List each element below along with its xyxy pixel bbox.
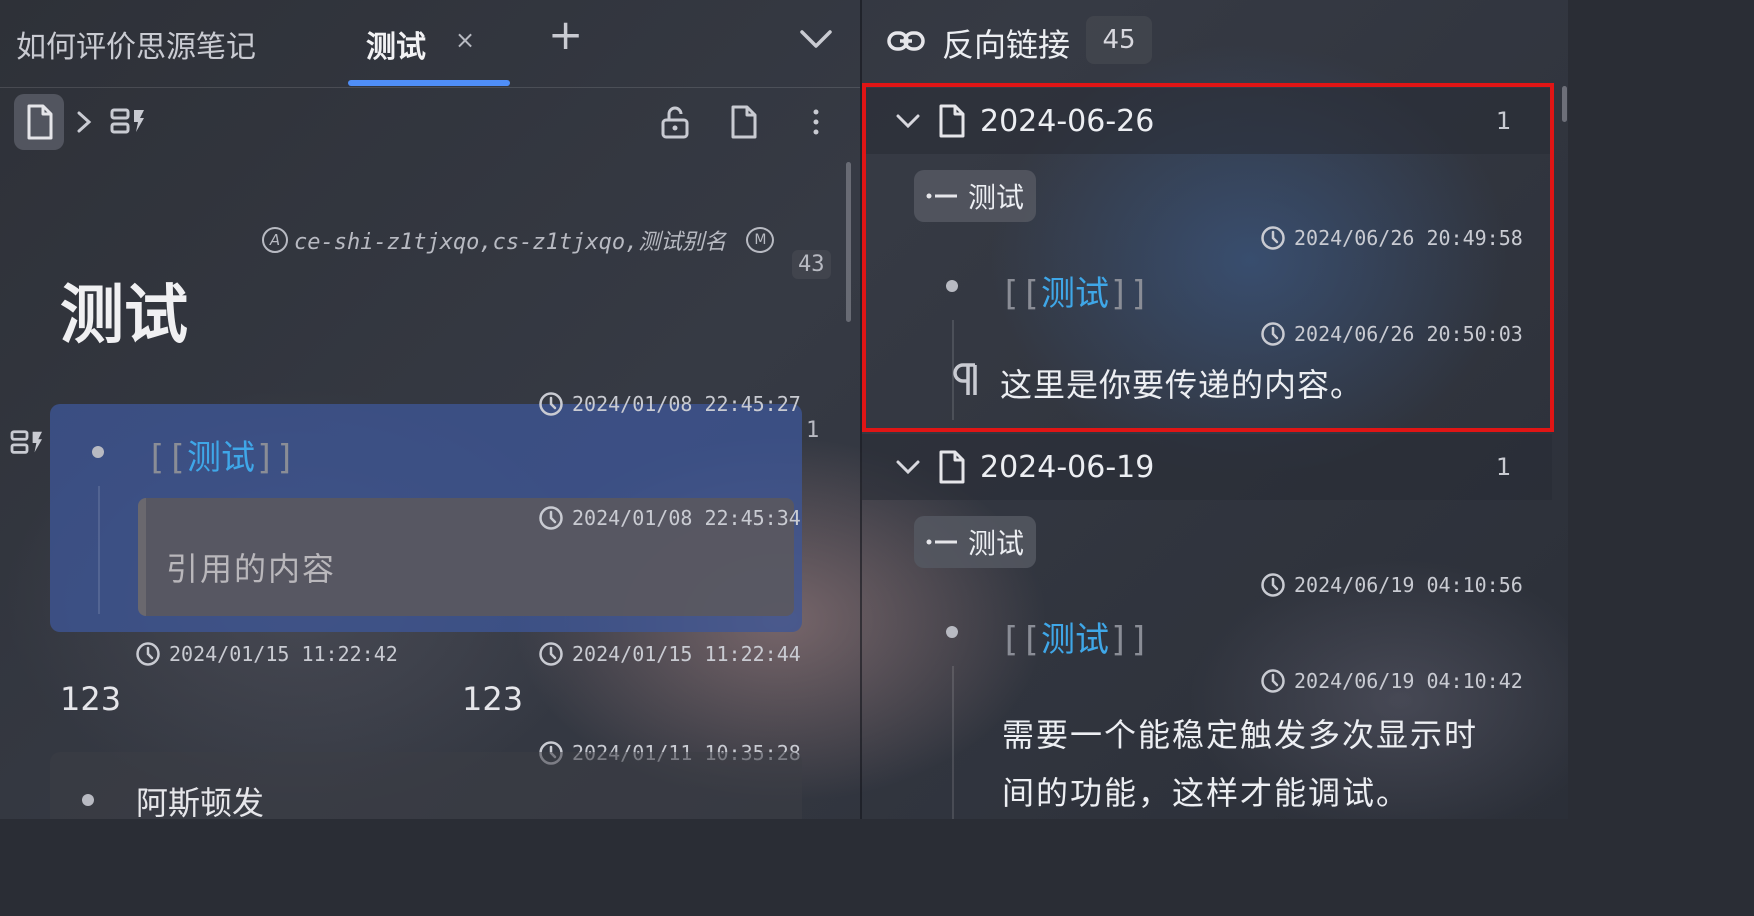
ref-count-badge[interactable]: 43 <box>792 250 831 279</box>
breadcrumb-chevron-icon <box>74 108 94 136</box>
block-gutter-icon[interactable] <box>10 428 44 458</box>
alias-badge[interactable]: A <box>262 227 288 253</box>
backlink-breadcrumb[interactable]: 测试 <box>914 516 1037 568</box>
backlinks-title: 反向链接 <box>942 26 1071 64</box>
link-icon <box>886 24 926 58</box>
ref-link[interactable]: 测试 <box>187 438 255 478</box>
collapse-chevron-icon[interactable] <box>894 457 922 477</box>
highlight-annotation-frame <box>862 83 1554 432</box>
backlinks-count: 45 <box>1086 16 1152 64</box>
list-bullet[interactable] <box>92 446 104 458</box>
tab-active-title[interactable]: 测试 <box>366 22 426 66</box>
backlinks-scrollbar[interactable] <box>1562 86 1567 122</box>
editor-scrollbar[interactable] <box>846 162 851 322</box>
block-type-icon[interactable] <box>110 106 146 138</box>
block-timestamp: 2024/01/08 22:45:27 <box>538 391 801 417</box>
clock-icon <box>1261 573 1285 597</box>
column-b-text[interactable]: 123 <box>462 680 523 718</box>
clock-icon <box>539 642 563 666</box>
clock-icon <box>539 506 563 530</box>
more-vertical-icon[interactable] <box>808 106 824 138</box>
quote-timestamp: 2024/01/08 22:45:34 <box>538 505 801 531</box>
file-icon <box>938 450 966 484</box>
tab-doc-title[interactable]: 如何评价思源笔记 <box>16 22 256 66</box>
column-b-timestamp: 2024/01/15 11:22:44 <box>538 641 801 667</box>
clock-icon <box>539 392 563 416</box>
doc-icon-button[interactable] <box>14 94 64 150</box>
breadcrumb-label: 测试 <box>968 527 1025 560</box>
new-tab-button[interactable]: + <box>548 14 583 56</box>
column-a-text[interactable]: 123 <box>60 680 121 718</box>
list-item-text[interactable]: 阿斯顿发 <box>136 778 264 824</box>
list-bullet[interactable] <box>82 794 94 806</box>
alias-text[interactable]: ce-shi-z1tjxqo,cs-z1tjxqo,测试别名 <box>294 224 726 256</box>
memo-badge[interactable]: M <box>746 227 775 253</box>
file-icon[interactable] <box>728 104 760 140</box>
editor-panel: 如何评价思源笔记 测试 × + A ce-shi-z1tjxqo,cs-z1tj… <box>0 0 860 822</box>
backlink-paragraph[interactable]: 需要一个能稳定触发多次显示时 间的功能，这样才能调试。 <box>1002 706 1478 822</box>
block-ref: [[测试]] <box>146 438 296 478</box>
clock-icon <box>1261 669 1285 693</box>
backlink-doc-header[interactable]: 2024-06-19 1 <box>862 434 1552 500</box>
paragraph-line: 需要一个能稳定触发多次显示时 <box>1002 716 1479 754</box>
backlink-doc-count: 1 <box>1496 453 1512 481</box>
unlock-icon[interactable] <box>660 104 690 140</box>
clock-icon <box>136 642 160 666</box>
ref-link[interactable]: 测试 <box>1041 620 1109 660</box>
list-guide-line <box>98 486 100 614</box>
para-timestamp: 2024/06/19 04:10:42 <box>1260 668 1523 694</box>
backlink-timestamp: 2024/06/19 04:10:56 <box>1260 572 1523 598</box>
tab-close-button[interactable]: × <box>455 26 475 54</box>
column-a-timestamp: 2024/01/15 11:22:42 <box>135 641 398 667</box>
doc-attributes: A ce-shi-z1tjxqo,cs-z1tjxqo,测试别名 M <box>262 224 775 256</box>
tab-bar: 如何评价思源笔记 测试 × + <box>0 0 860 88</box>
tab-active-indicator <box>348 80 510 86</box>
list-guide-line <box>952 666 954 819</box>
block-ref-count[interactable]: 1 <box>806 418 819 443</box>
quote-text[interactable]: 引用的内容 <box>166 544 336 590</box>
list-bullet[interactable] <box>946 626 958 638</box>
breadcrumb-dot-icon <box>926 539 957 545</box>
doc-title[interactable]: 测试 <box>60 264 188 356</box>
backlink-ref: [[测试]] <box>1000 620 1150 660</box>
chevron-down-icon[interactable] <box>798 26 834 54</box>
backlink-doc-title[interactable]: 2024-06-19 <box>980 450 1154 485</box>
paragraph-line: 间的功能，这样才能调试。 <box>1002 774 1411 812</box>
